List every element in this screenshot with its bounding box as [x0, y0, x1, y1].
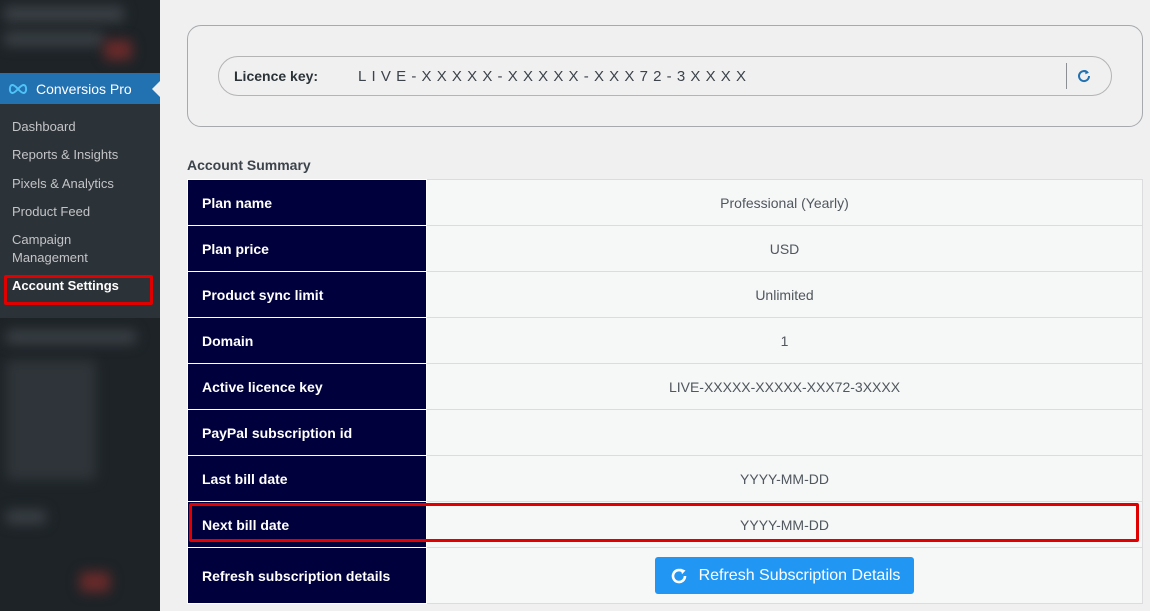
- account-summary-table: Plan name Professional (Yearly) Plan pri…: [187, 179, 1143, 604]
- active-licence-key-label: Active licence key: [187, 363, 427, 410]
- highlight-box: [4, 275, 153, 305]
- infinity-icon: [7, 82, 29, 96]
- table-row: Product sync limit Unlimited: [187, 271, 1143, 318]
- blurred-menu-top: [4, 6, 124, 22]
- licence-key-value: LIVE-XXXXX-XXXXX-XXX72-3XXXX: [358, 67, 752, 85]
- table-row: Next bill date YYYY-MM-DD: [187, 501, 1143, 548]
- paypal-subscription-id-label: PayPal subscription id: [187, 409, 427, 456]
- current-menu-arrow: [152, 81, 160, 97]
- domain-value: 1: [426, 317, 1143, 364]
- next-bill-date-value: YYYY-MM-DD: [426, 501, 1143, 548]
- refresh-subscription-button-label: Refresh Subscription Details: [698, 566, 901, 584]
- table-row: Refresh subscription details Refresh Sub…: [187, 547, 1143, 604]
- admin-sidebar: Conversios Pro Dashboard Reports & Insig…: [0, 0, 160, 611]
- refresh-subscription-label: Refresh subscription details: [187, 547, 427, 604]
- blurred-badge: [80, 572, 110, 592]
- blurred-menu-bottom: [6, 330, 136, 344]
- plan-name-value: Professional (Yearly): [426, 179, 1143, 226]
- table-row: Plan price USD: [187, 225, 1143, 272]
- divider: [1066, 63, 1067, 89]
- plan-price-label: Plan price: [187, 225, 427, 272]
- sidebar-item-reports[interactable]: Reports & Insights: [12, 146, 152, 164]
- sidebar-brand-label: Conversios Pro: [36, 80, 132, 97]
- licence-key-field[interactable]: Licence key: LIVE-XXXXX-XXXXX-XXX72-3XXX…: [218, 56, 1112, 96]
- blurred-menu-top: [4, 32, 104, 46]
- plan-price-value: USD: [426, 225, 1143, 272]
- sidebar-item-pixels[interactable]: Pixels & Analytics: [12, 175, 152, 193]
- last-bill-date-label: Last bill date: [187, 455, 427, 502]
- table-row: Domain 1: [187, 317, 1143, 364]
- sidebar-item-product-feed[interactable]: Product Feed: [12, 203, 152, 221]
- last-bill-date-value: YYYY-MM-DD: [426, 455, 1143, 502]
- blurred-badge: [104, 40, 132, 60]
- refresh-subscription-cell: Refresh Subscription Details: [426, 547, 1143, 604]
- account-summary-title: Account Summary: [187, 157, 311, 173]
- refresh-subscription-button[interactable]: Refresh Subscription Details: [655, 557, 914, 594]
- refresh-icon[interactable]: [1075, 67, 1093, 85]
- sidebar-item-campaign-management[interactable]: Campaign Management: [12, 231, 102, 267]
- licence-key-label: Licence key:: [234, 68, 319, 84]
- sidebar-item-conversios-pro[interactable]: Conversios Pro: [0, 73, 160, 104]
- refresh-icon: [669, 566, 689, 586]
- table-row: Plan name Professional (Yearly): [187, 179, 1143, 226]
- product-sync-limit-value: Unlimited: [426, 271, 1143, 318]
- table-row: Last bill date YYYY-MM-DD: [187, 455, 1143, 502]
- table-row: Active licence key LIVE-XXXXX-XXXXX-XXX7…: [187, 363, 1143, 410]
- product-sync-limit-label: Product sync limit: [187, 271, 427, 318]
- blurred-menu-bottom: [6, 510, 46, 524]
- domain-label: Domain: [187, 317, 427, 364]
- blurred-menu-bottom: [6, 360, 96, 480]
- plan-name-label: Plan name: [187, 179, 427, 226]
- sidebar-item-dashboard[interactable]: Dashboard: [12, 118, 152, 136]
- table-row: PayPal subscription id: [187, 409, 1143, 456]
- paypal-subscription-id-value: [426, 409, 1143, 456]
- active-licence-key-value: LIVE-XXXXX-XXXXX-XXX72-3XXXX: [426, 363, 1143, 410]
- next-bill-date-label: Next bill date: [187, 501, 427, 548]
